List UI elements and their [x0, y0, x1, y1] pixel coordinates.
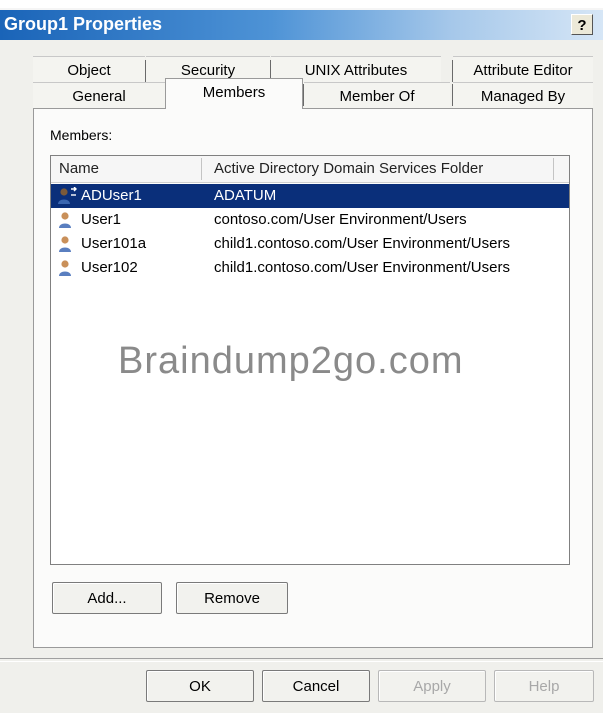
list-header: Name Active Directory Domain Services Fo… — [51, 156, 569, 183]
user-icon — [59, 212, 71, 228]
member-folder: child1.contoso.com/User Environment/User… — [214, 235, 510, 252]
user-icon — [59, 236, 71, 252]
member-name: User101a — [81, 235, 147, 252]
member-folder: child1.contoso.com/User Environment/User… — [214, 259, 510, 276]
user-icon — [59, 260, 71, 276]
top-strip — [0, 0, 603, 8]
member-name: User1 — [81, 211, 122, 228]
tab-members[interactable]: Members — [165, 78, 303, 109]
member-folder: ADATUM — [214, 187, 277, 204]
member-row[interactable]: User1 contoso.com/User Environment/Users — [51, 208, 569, 232]
member-row[interactable]: ADUser1 ADATUM — [51, 184, 569, 208]
title-bar: Group1 Properties ? — [0, 10, 603, 40]
tab-attribute-editor[interactable]: Attribute Editor — [453, 56, 593, 84]
help-title-button[interactable]: ? — [571, 14, 593, 35]
member-folder: contoso.com/User Environment/Users — [214, 211, 467, 228]
cancel-button[interactable]: Cancel — [262, 670, 370, 702]
tab-object[interactable]: Object — [33, 56, 145, 84]
watermark-text: Braindump2go.com — [118, 340, 464, 382]
user-transfer-icon — [58, 187, 77, 204]
add-button[interactable]: Add... — [52, 582, 162, 614]
member-row[interactable]: User101a child1.contoso.com/User Environ… — [51, 232, 569, 256]
column-header-name[interactable]: Name — [59, 160, 99, 177]
members-label: Members: — [50, 127, 113, 143]
column-divider[interactable] — [553, 158, 554, 180]
ok-button[interactable]: OK — [146, 670, 254, 702]
tab-general[interactable]: General — [33, 82, 165, 110]
footer-divider — [0, 658, 603, 662]
apply-button[interactable]: Apply — [378, 670, 486, 702]
tab-managed-by[interactable]: Managed By — [453, 82, 593, 110]
window-title: Group1 Properties — [4, 14, 163, 34]
column-header-folder[interactable]: Active Directory Domain Services Folder — [214, 160, 483, 177]
member-name: ADUser1 — [81, 187, 142, 204]
member-name: User102 — [81, 259, 138, 276]
tab-member-of[interactable]: Member Of — [304, 82, 450, 110]
help-button[interactable]: Help — [494, 670, 594, 702]
remove-button[interactable]: Remove — [176, 582, 288, 614]
column-divider[interactable] — [201, 158, 202, 180]
member-row[interactable]: User102 child1.contoso.com/User Environm… — [51, 256, 569, 280]
